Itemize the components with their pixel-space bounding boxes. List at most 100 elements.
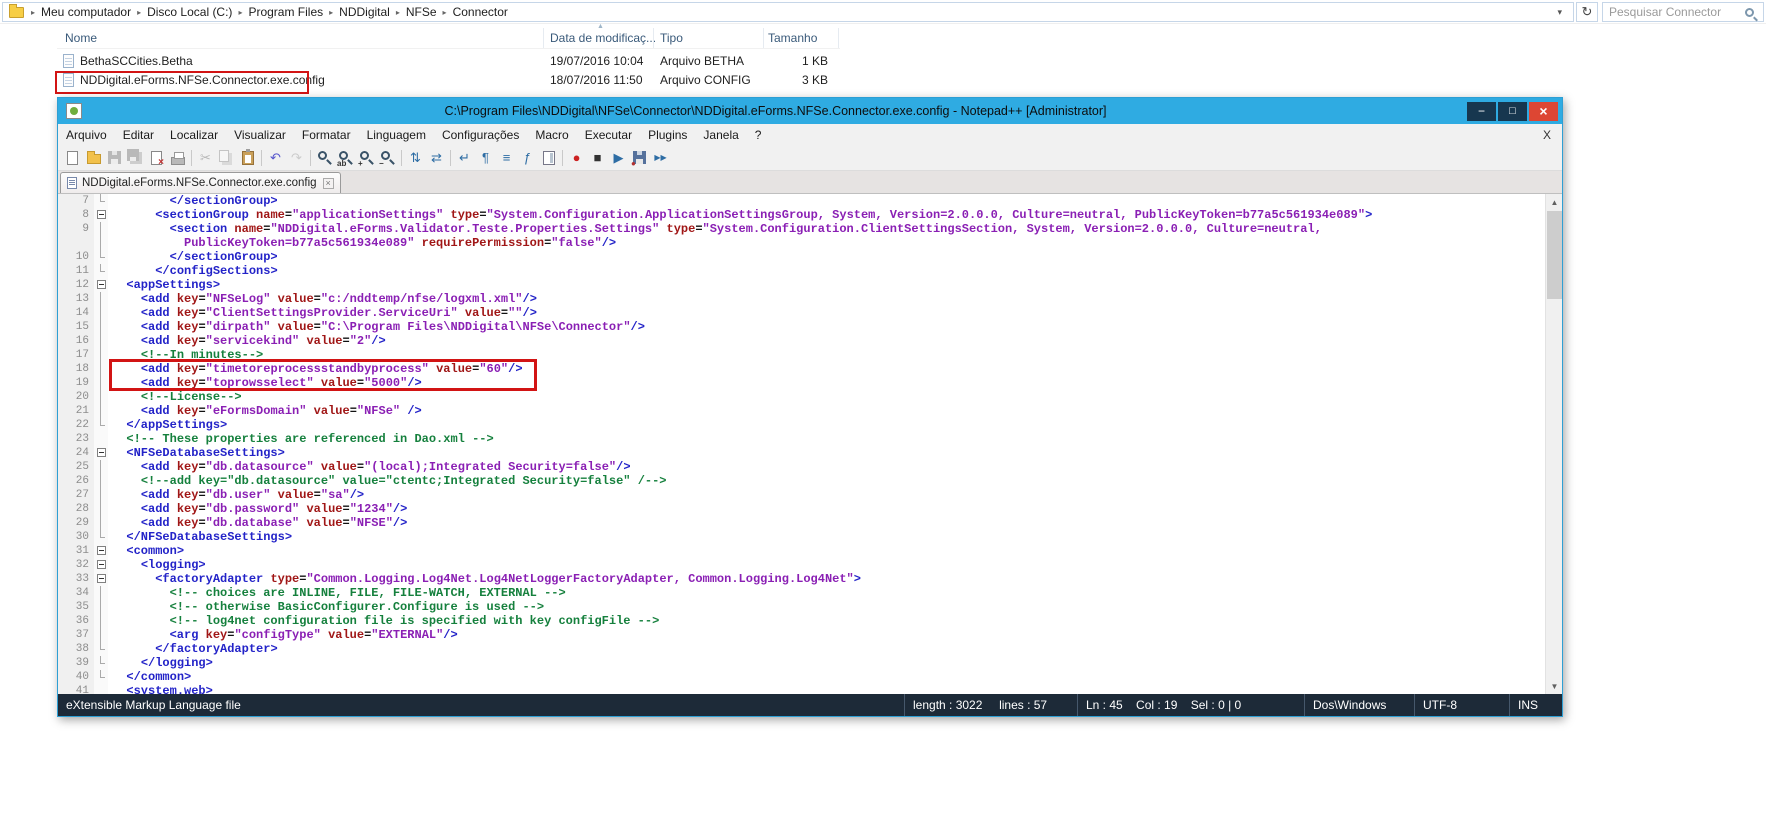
code-line-25: 25 <add key="db.datasource" value="(loca… [58, 460, 1545, 474]
fold-margin[interactable] [94, 446, 108, 460]
title-bar[interactable]: C:\Program Files\NDDigital\NFSe\Connecto… [58, 98, 1562, 124]
breadcrumb-item-nddigital[interactable]: NDDigital [334, 5, 395, 19]
show-all-characters-icon[interactable]: ¶ [475, 147, 496, 168]
code-text: <!-- otherwise BasicConfigurer.Configure… [108, 600, 544, 614]
code-text: <!-- choices are INLINE, FILE, FILE-WATC… [108, 586, 566, 600]
maximize-button[interactable]: □ [1498, 102, 1527, 121]
menu-formatar[interactable]: Formatar [294, 128, 359, 142]
code-line-39: 39 </logging> [58, 656, 1545, 670]
menu-linguagem[interactable]: Linguagem [359, 128, 434, 142]
breadcrumb-item-program-files[interactable]: Program Files [243, 5, 328, 19]
breadcrumb-item-nfse[interactable]: NFSe [401, 5, 442, 19]
play-macro-icon[interactable]: ▶ [608, 147, 629, 168]
line-number: 13 [58, 292, 94, 306]
code-text: <add key="db.datasource" value="(local);… [108, 460, 631, 474]
save-icon[interactable] [104, 147, 125, 168]
cut-icon[interactable]: ✂ [195, 147, 216, 168]
code-text: </sectionGroup> [108, 194, 278, 208]
toolbar-separator [261, 150, 262, 166]
menu-help[interactable]: ? [747, 128, 770, 142]
open-folder-icon[interactable] [83, 147, 104, 168]
vertical-scrollbar[interactable]: ▲ ▼ [1545, 194, 1562, 694]
close-file-icon[interactable] [146, 147, 167, 168]
breadcrumb-item-connector[interactable]: Connector [448, 5, 513, 19]
fold-margin[interactable] [94, 558, 108, 572]
status-encoding[interactable]: UTF-8 [1414, 694, 1509, 716]
code-text: <add key="ClientSettingsProvider.Service… [108, 306, 537, 320]
copy-icon[interactable] [216, 147, 237, 168]
code-line-24: 24 <NFSeDatabaseSettings> [58, 446, 1545, 460]
paste-icon[interactable] [237, 147, 258, 168]
fold-margin [94, 642, 108, 656]
status-insert-mode[interactable]: INS [1509, 694, 1562, 716]
scrollbar-thumb[interactable] [1547, 211, 1562, 299]
sync-horizontal-scroll-icon[interactable]: ⇄ [426, 147, 447, 168]
search-box[interactable] [1602, 2, 1764, 22]
replace-icon[interactable]: ab [335, 147, 356, 168]
save-macro-icon[interactable]: ● [629, 147, 650, 168]
undo-icon[interactable]: ↶ [265, 147, 286, 168]
column-header-tamanho[interactable]: Tamanho [768, 31, 817, 45]
menu-executar[interactable]: Executar [577, 128, 640, 142]
zoom-in-icon[interactable]: + [356, 147, 377, 168]
word-wrap-icon[interactable]: ↵ [454, 147, 475, 168]
scroll-down-icon[interactable]: ▼ [1546, 678, 1562, 694]
print-icon[interactable] [167, 147, 188, 168]
new-file-icon[interactable] [62, 147, 83, 168]
fold-margin [94, 292, 108, 306]
tab-config-file[interactable]: NDDigital.eForms.NFSe.Connector.exe.conf… [60, 172, 341, 193]
sync-vertical-scroll-icon[interactable]: ⇅ [405, 147, 426, 168]
fold-margin[interactable] [94, 278, 108, 292]
search-input[interactable] [1603, 5, 1745, 19]
menu-arquivo[interactable]: Arquivo [58, 128, 115, 142]
find-icon[interactable] [314, 147, 335, 168]
fold-margin[interactable] [94, 544, 108, 558]
stop-macro-icon[interactable]: ■ [587, 147, 608, 168]
record-macro-icon[interactable]: ● [566, 147, 587, 168]
editor[interactable]: 7 </sectionGroup>8 <sectionGroup name="a… [58, 194, 1562, 694]
menubar-close-button[interactable]: X [1532, 128, 1562, 142]
code-line-23: 23 <!-- These properties are referenced … [58, 432, 1545, 446]
scroll-up-icon[interactable]: ▲ [1546, 194, 1562, 210]
column-header-nome[interactable]: Nome [65, 31, 97, 45]
breadcrumb-item-disco-local-c-[interactable]: Disco Local (C:) [142, 5, 237, 19]
notepadpp-icon [66, 103, 82, 119]
column-separator[interactable] [653, 28, 654, 48]
file-row[interactable]: BethaSCCities.Betha19/07/2016 10:04Arqui… [57, 52, 857, 71]
code-line-8: 8 <sectionGroup name="applicationSetting… [58, 208, 1545, 222]
column-separator[interactable] [763, 28, 764, 48]
menu-editar[interactable]: Editar [115, 128, 162, 142]
line-number [58, 236, 94, 250]
menu-localizar[interactable]: Localizar [162, 128, 226, 142]
code-text: <add key="NFSeLog" value="c:/nddtemp/nfs… [108, 292, 537, 306]
function-list-icon[interactable]: ƒ [517, 147, 538, 168]
fold-margin[interactable] [94, 208, 108, 222]
tab-close-icon[interactable]: × [323, 178, 334, 189]
refresh-icon[interactable]: ↻ [1576, 2, 1598, 22]
menu-plugins[interactable]: Plugins [640, 128, 695, 142]
menu-visualizar[interactable]: Visualizar [226, 128, 294, 142]
indent-guide-icon[interactable]: ≡ [496, 147, 517, 168]
menu-macro[interactable]: Macro [527, 128, 576, 142]
menu-configuracoes[interactable]: Configurações [434, 128, 527, 142]
sort-ascending-icon [597, 23, 604, 30]
save-all-icon[interactable] [125, 147, 146, 168]
minimize-button[interactable]: − [1467, 102, 1496, 121]
zoom-out-icon[interactable]: − [377, 147, 398, 168]
document-map-icon[interactable] [538, 147, 559, 168]
column-header-data-modificacao[interactable]: Data de modificaç... [550, 31, 656, 45]
column-header-tipo[interactable]: Tipo [660, 31, 683, 45]
column-separator[interactable] [543, 28, 544, 48]
redo-icon[interactable]: ↷ [286, 147, 307, 168]
breadcrumb-item-meu-computador[interactable]: Meu computador [36, 5, 136, 19]
code-area[interactable]: 7 </sectionGroup>8 <sectionGroup name="a… [58, 194, 1545, 694]
fold-margin[interactable] [94, 572, 108, 586]
address-box[interactable]: ▸ Meu computador▸Disco Local (C:)▸Progra… [2, 2, 1574, 22]
fold-margin [94, 418, 108, 432]
address-dropdown-icon[interactable]: ▾ [1550, 7, 1569, 18]
status-eol-format[interactable]: Dos\Windows [1304, 694, 1414, 716]
menu-janela[interactable]: Janela [695, 128, 746, 142]
run-macro-multiple-icon[interactable]: ▶▶ [650, 147, 671, 168]
column-separator[interactable] [838, 28, 839, 48]
close-button[interactable]: × [1529, 102, 1558, 121]
